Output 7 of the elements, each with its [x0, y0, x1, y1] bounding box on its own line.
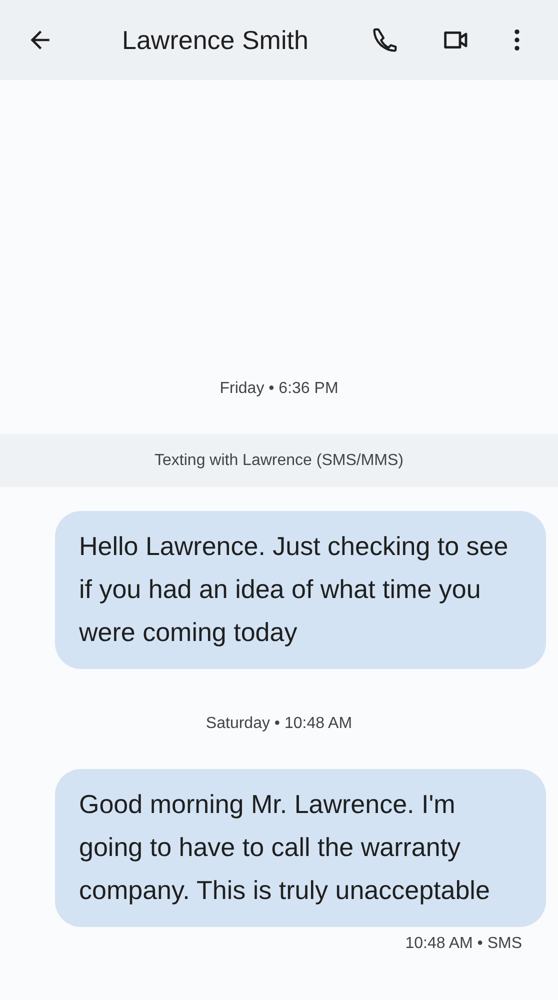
timestamp: Friday • 6:36 PM [220, 380, 338, 399]
banner-text: Texting with Lawrence (SMS/MMS) [154, 452, 404, 470]
message-bubble[interactable]: Good morning Mr. Lawrence. I'm going to have to call the warranty company. This is truly unacceptable [55, 769, 546, 927]
message-bubble[interactable]: Hello Lawrence. Just checking to see if you had an idea of what time you were coming today [55, 511, 546, 669]
timestamp: Saturday • 10:48 AM [206, 715, 352, 734]
contact-name: Lawrence Smith [122, 24, 310, 56]
delivery-status: 10:48 AM • SMS [405, 935, 522, 952]
